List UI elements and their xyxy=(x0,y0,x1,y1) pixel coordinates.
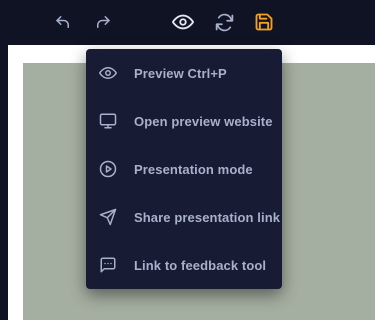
menu-item-open-preview-website[interactable]: Open preview website xyxy=(86,97,282,145)
play-circle-icon xyxy=(98,159,118,179)
save-icon xyxy=(254,12,274,32)
menu-item-share-presentation-link[interactable]: Share presentation link xyxy=(86,193,282,241)
undo-button[interactable] xyxy=(50,9,76,35)
menu-item-feedback-tool[interactable]: Link to feedback tool xyxy=(86,241,282,289)
save-button[interactable] xyxy=(251,9,277,35)
undo-icon xyxy=(54,13,72,31)
eye-icon xyxy=(98,63,118,83)
message-icon xyxy=(98,255,118,275)
menu-item-preview[interactable]: Preview Ctrl+P xyxy=(86,49,282,97)
editor-app: Preview Ctrl+P Open preview website Pres… xyxy=(0,0,375,320)
monitor-icon xyxy=(98,111,118,131)
preview-button[interactable] xyxy=(170,9,196,35)
send-icon xyxy=(98,207,118,227)
top-toolbar xyxy=(0,0,375,45)
sync-icon xyxy=(214,12,235,33)
eye-icon xyxy=(172,11,194,33)
redo-button[interactable] xyxy=(90,9,116,35)
preview-dropdown-menu: Preview Ctrl+P Open preview website Pres… xyxy=(86,49,282,289)
sync-button[interactable] xyxy=(211,9,237,35)
menu-item-label: Share presentation link xyxy=(134,209,281,225)
redo-icon xyxy=(94,13,112,31)
menu-item-label: Presentation mode xyxy=(134,161,253,177)
menu-item-presentation-mode[interactable]: Presentation mode xyxy=(86,145,282,193)
menu-item-label: Open preview website xyxy=(134,113,273,129)
menu-item-label: Link to feedback tool xyxy=(134,257,267,273)
menu-item-label: Preview Ctrl+P xyxy=(134,65,227,81)
